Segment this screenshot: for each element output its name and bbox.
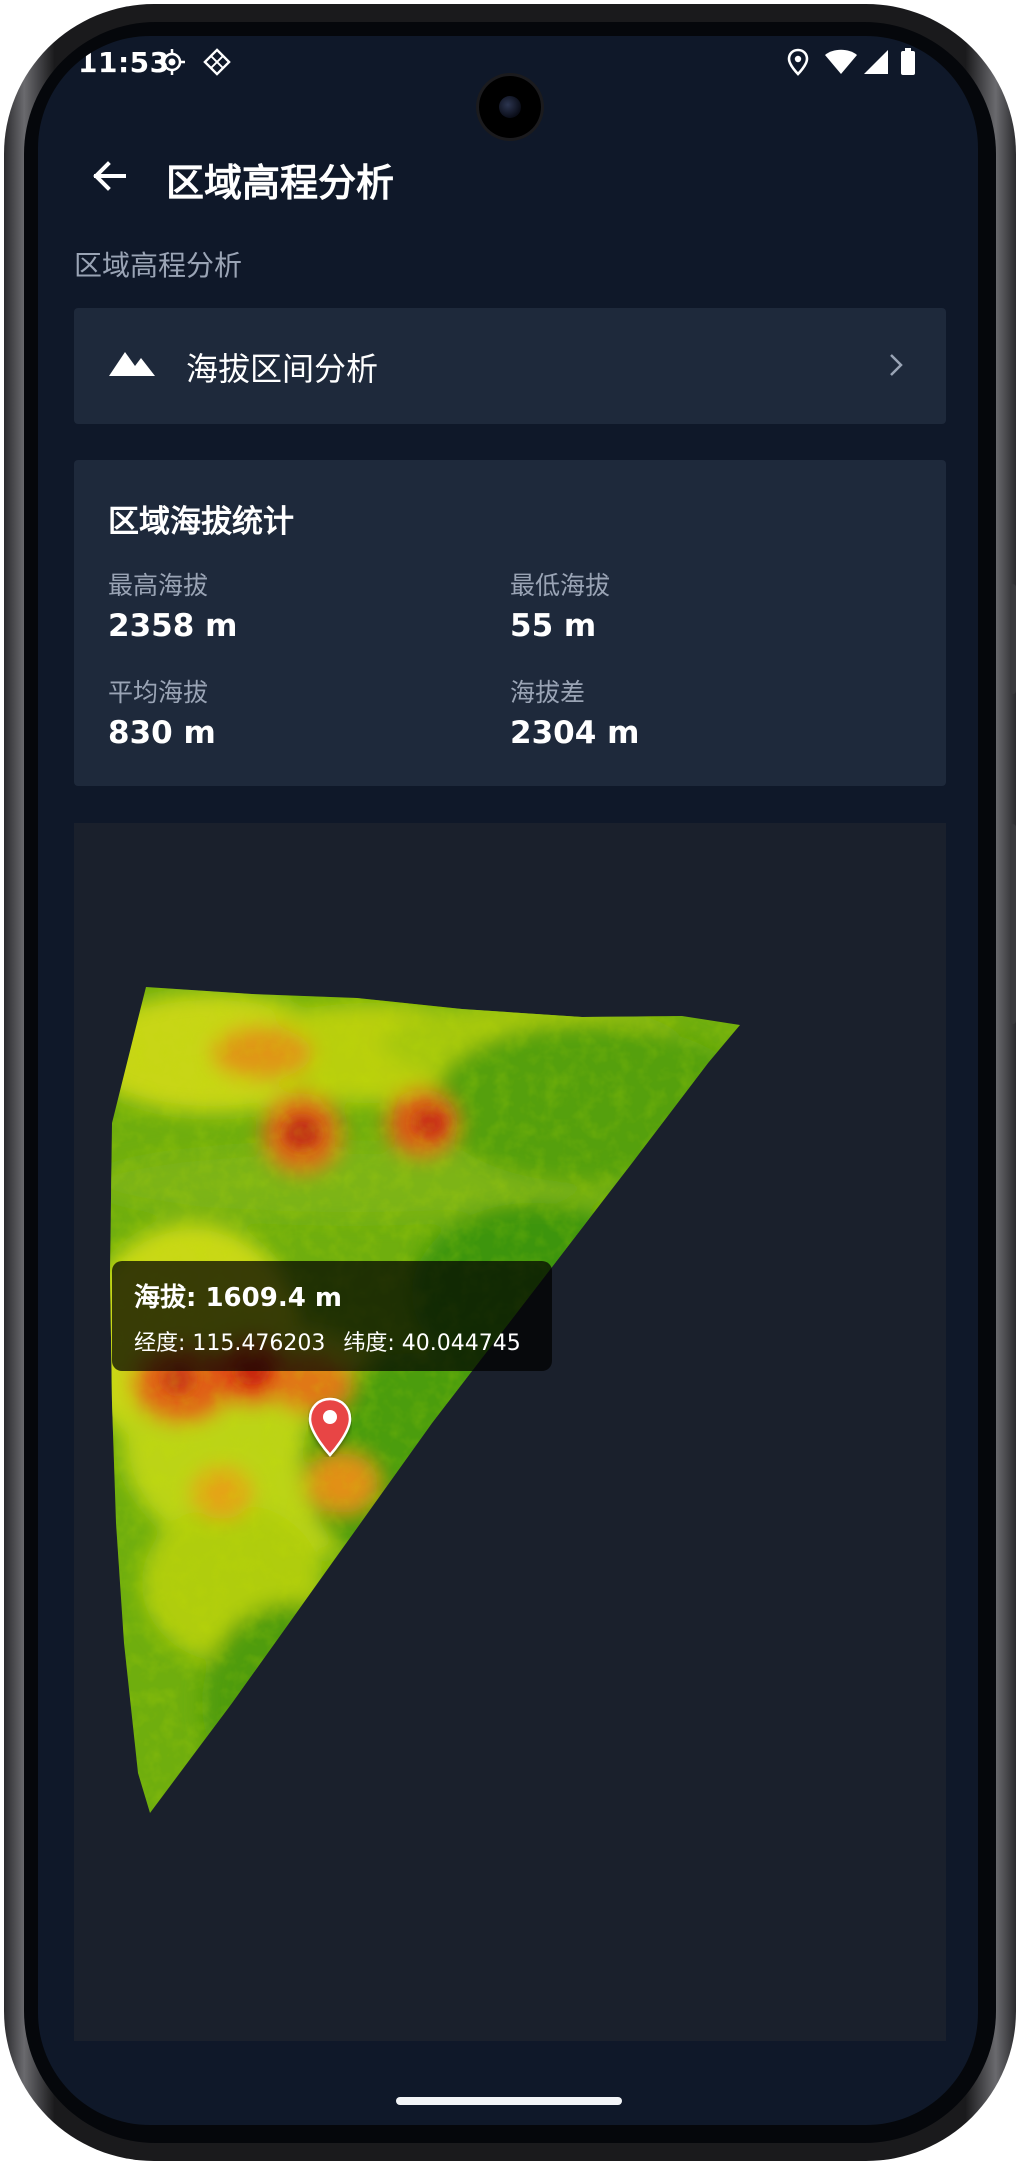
chevron-right-icon xyxy=(890,354,903,376)
stat-value: 2358 m xyxy=(108,608,238,644)
stats-title: 区域海拔统计 xyxy=(108,504,294,540)
cellular-signal-icon xyxy=(864,50,888,74)
section-label: 区域高程分析 xyxy=(74,249,243,282)
tooltip-latitude: 纬度: 40.044745 xyxy=(343,1331,521,1356)
location-pin-icon xyxy=(787,48,809,76)
stat-label: 平均海拔 xyxy=(108,678,209,707)
map-pin-icon[interactable] xyxy=(308,1397,352,1457)
volume-button xyxy=(1010,584,1016,694)
stat-label: 最高海拔 xyxy=(108,571,209,600)
stat-value: 55 m xyxy=(510,608,597,644)
app-bar: 区域高程分析 xyxy=(38,136,978,216)
tooltip-elevation: 海拔: 1609.4 m xyxy=(134,1283,342,1313)
arrow-back-icon[interactable] xyxy=(82,148,138,204)
elevation-stats-card: 区域海拔统计 最高海拔 2358 m 最低海拔 55 m 平均海拔 830 m … xyxy=(74,460,946,786)
tooltip-longitude: 经度: 115.476203 xyxy=(134,1331,326,1356)
wifi-icon xyxy=(825,49,857,74)
home-indicator[interactable] xyxy=(396,2097,622,2105)
stat-avg-elevation: 平均海拔 830 m xyxy=(108,673,216,751)
stat-label: 海拔差 xyxy=(510,678,586,707)
stat-value: 2304 m xyxy=(510,715,640,751)
tooltip-coordinates: 经度: 115.476203 纬度: 40.044745 xyxy=(134,1325,539,1357)
page-title: 区域高程分析 xyxy=(166,161,395,205)
screen: 11:53 区域高程分析 区域高程分析 海拔区间分析 区域海拔统计 最高海拔 2… xyxy=(38,36,978,2125)
elevation-heatmap[interactable] xyxy=(74,823,946,2041)
power-button xyxy=(1010,824,1016,1024)
stat-label: 最低海拔 xyxy=(510,571,611,600)
stat-elevation-difference: 海拔差 2304 m xyxy=(510,673,639,751)
grid-diamond-icon xyxy=(203,48,231,76)
stat-max-elevation: 最高海拔 2358 m xyxy=(108,566,237,644)
elevation-range-analysis-item[interactable]: 海拔区间分析 xyxy=(74,308,946,424)
elevation-map-panel[interactable]: 海拔: 1609.4 m 经度: 115.476203 纬度: 40.044745 xyxy=(74,823,946,2041)
status-time: 11:53 xyxy=(78,46,170,79)
elevation-tooltip: 海拔: 1609.4 m 经度: 115.476203 纬度: 40.044745 xyxy=(112,1261,552,1371)
stat-value: 830 m xyxy=(108,715,216,751)
location-tracking-icon xyxy=(159,49,185,75)
mountain-icon xyxy=(109,352,155,376)
menu-item-label: 海拔区间分析 xyxy=(186,350,379,388)
stat-min-elevation: 最低海拔 55 m xyxy=(510,566,610,644)
battery-icon xyxy=(901,48,915,75)
front-camera xyxy=(479,76,541,138)
